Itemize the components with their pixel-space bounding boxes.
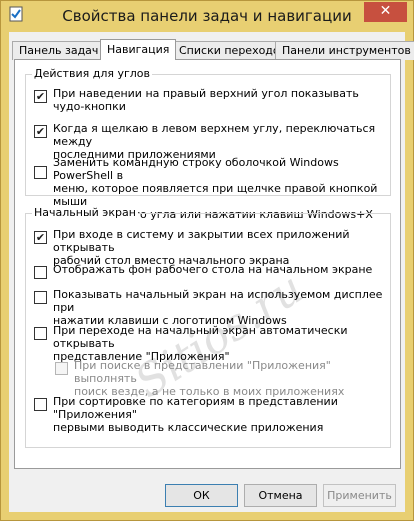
- checkbox-desktop-apps-first[interactable]: [34, 398, 47, 411]
- start-screen-title: Начальный экран: [32, 206, 138, 219]
- tab-taskbar[interactable]: Панель задач: [12, 41, 106, 60]
- navigation-tab-panel: Sitios.ru Действия для углов ✔ При навед…: [14, 59, 401, 469]
- option-search-everywhere: При поиске в представлении "Приложения" …: [55, 359, 384, 398]
- checkbox-show-charms[interactable]: ✔: [34, 90, 47, 103]
- dialog-window: Свойства панели задач и навигации ✕ Пане…: [0, 0, 414, 521]
- option-label: При сортировке по категориям в представл…: [53, 395, 338, 434]
- title-bar[interactable]: Свойства панели задач и навигации ✕: [1, 1, 413, 32]
- corner-actions-title: Действия для углов: [32, 67, 152, 80]
- dialog-client-area: Панель задач Навигация Списки переходов …: [9, 32, 414, 512]
- option-label: При наведении на правый верхний угол пок…: [53, 87, 359, 113]
- close-button[interactable]: ✕: [364, 2, 407, 22]
- option-start-on-active-display[interactable]: Показывать начальный экран на используем…: [34, 288, 384, 327]
- tab-toolbars[interactable]: Панели инструментов: [275, 41, 414, 60]
- option-open-apps-view[interactable]: При переходе на начальный экран автомати…: [34, 324, 384, 363]
- checkbox-desktop-on-signin[interactable]: ✔: [34, 231, 47, 244]
- start-screen-group: Начальный экран ✔ При входе в систему и …: [25, 206, 391, 448]
- ok-button[interactable]: ОК: [165, 484, 238, 507]
- tab-navigation[interactable]: Навигация: [100, 39, 177, 60]
- checkbox-start-on-active-display[interactable]: [34, 291, 47, 304]
- corner-actions-group: Действия для углов ✔ При наведении на пр…: [25, 67, 391, 221]
- checkbox-search-everywhere: [55, 362, 68, 375]
- option-label: При поиске в представлении "Приложения" …: [74, 359, 345, 398]
- option-label: При входе в систему и закрытии всех прил…: [53, 228, 350, 267]
- checkbox-powershell[interactable]: [34, 166, 47, 179]
- option-desktop-apps-first[interactable]: При сортировке по категориям в представл…: [34, 395, 384, 434]
- option-label: Отображать фон рабочего стола на начальн…: [53, 263, 373, 276]
- option-show-charms[interactable]: ✔ При наведении на правый верхний угол п…: [34, 87, 384, 113]
- cancel-button[interactable]: Отмена: [244, 484, 317, 507]
- option-label: При переходе на начальный экран автомати…: [53, 324, 348, 363]
- option-desktop-background[interactable]: Отображать фон рабочего стола на начальн…: [34, 263, 384, 279]
- apply-button: Применить: [323, 484, 396, 507]
- checkbox-switch-apps[interactable]: ✔: [34, 125, 47, 138]
- option-label: Показывать начальный экран на используем…: [53, 288, 383, 327]
- checkbox-desktop-background[interactable]: [34, 266, 47, 279]
- checkbox-open-apps-view[interactable]: [34, 327, 47, 340]
- window-title: Свойства панели задач и навигации: [62, 7, 352, 25]
- option-desktop-on-signin[interactable]: ✔ При входе в систему и закрытии всех пр…: [34, 228, 384, 267]
